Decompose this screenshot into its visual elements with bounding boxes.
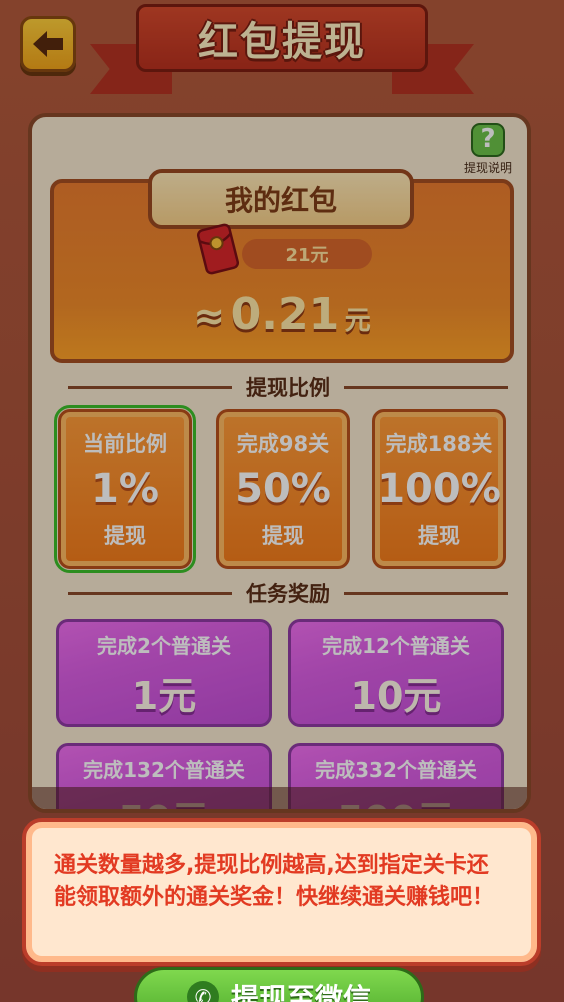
wechat-icon: ✆ [186,981,219,1002]
withdraw-to-wechat-button[interactable]: ✆ 提现至微信 [134,967,424,1002]
tip-message-text: 通关数量越多,提现比例越高,达到指定关卡还能领取额外的通关奖金！快继续通关赚钱吧… [54,853,495,910]
withdraw-to-wechat-label: 提现至微信 [230,982,371,1002]
tip-message-box[interactable]: 通关数量越多,提现比例越高,达到指定关卡还能领取额外的通关奖金！快继续通关赚钱吧… [22,818,541,966]
